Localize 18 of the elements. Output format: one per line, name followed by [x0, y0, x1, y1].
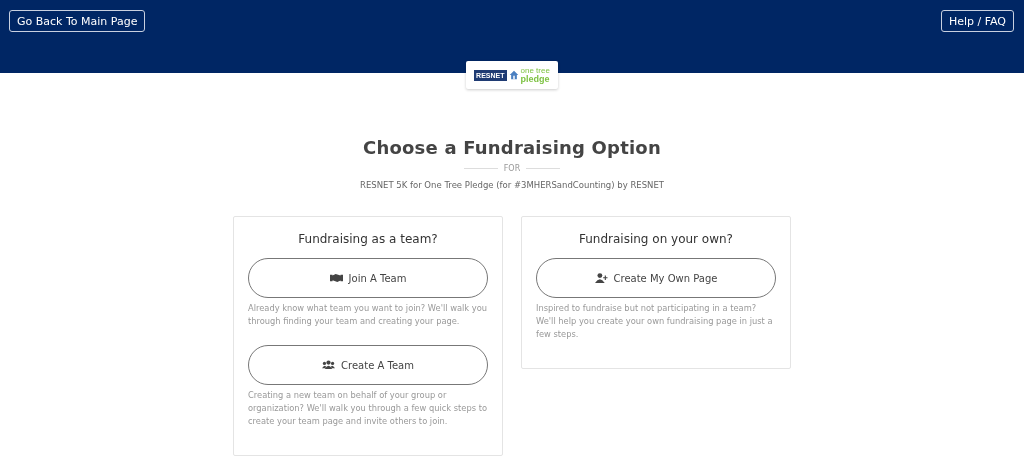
users-icon [322, 360, 336, 370]
user-plus-icon [594, 273, 608, 283]
back-button[interactable]: Go Back To Main Page [9, 10, 146, 32]
card-heading: Fundraising as a team? [297, 232, 439, 246]
logo-tagline: one tree [520, 66, 550, 75]
option-description: Creating a new team on behalf of your group or organization? We'll walk you through a few quick steps to create your team page and invite others to join. [248, 389, 488, 428]
option-description: Already know what team you want to join? We'll walk you through finding your team and creating your page. [248, 302, 488, 328]
option-button[interactable]: Join A Team [248, 258, 488, 298]
option-button[interactable]: Create My Own Page [536, 258, 776, 298]
house-icon [508, 70, 519, 80]
for-label: FOR [503, 164, 521, 173]
page-title: Choose a Fundraising Option [362, 137, 662, 158]
option-description: Inspired to fundraise but not participating in a team? We'll help you create your own fundraising page in just a few steps. [536, 302, 774, 341]
logo-tagline: pledge [520, 75, 550, 84]
option-button[interactable]: Create A Team [248, 345, 488, 385]
card-heading: Fundraising on your own? [578, 232, 734, 246]
event-subtitle: RESNET 5K for One Tree Pledge (for #3MHERSandCounting) by RESNET [359, 180, 665, 190]
help-button[interactable]: Help / FAQ [940, 10, 1014, 32]
